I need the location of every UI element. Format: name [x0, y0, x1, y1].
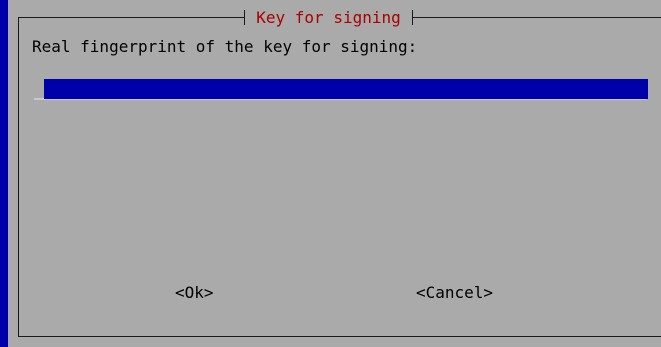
dialog-border-bottom — [18, 336, 661, 337]
ok-button[interactable]: <Ok> — [175, 283, 214, 303]
cancel-button[interactable]: <Cancel> — [416, 283, 493, 303]
dialog-border-top-left — [18, 17, 244, 18]
dialog-box: Key for signing Real fingerprint of the … — [8, 0, 661, 347]
title-bracket-right — [412, 10, 413, 25]
input-prompt: Real fingerprint of the key for signing: — [32, 37, 418, 56]
terminal-screen: Key for signing Real fingerprint of the … — [0, 0, 661, 347]
dialog-border-left — [18, 17, 19, 337]
dialog-title: Key for signing — [256, 8, 401, 27]
dialog-border-top-right — [412, 17, 661, 18]
fingerprint-input[interactable] — [44, 79, 648, 99]
